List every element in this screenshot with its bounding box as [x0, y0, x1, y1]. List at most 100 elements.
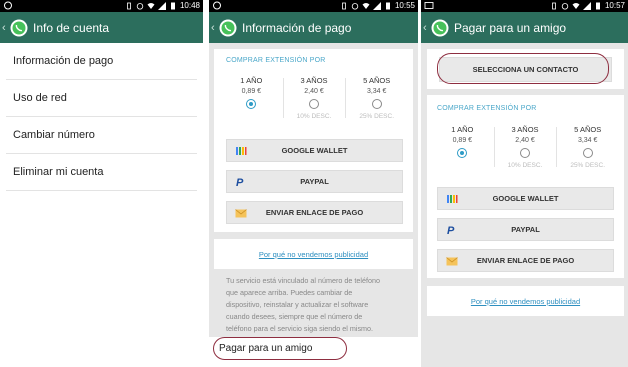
- plan-discount: 10% DESC.: [507, 162, 543, 169]
- wifi-icon: [147, 3, 155, 9]
- plan-discount: [431, 162, 494, 170]
- back-chevron-icon[interactable]: ‹: [423, 22, 429, 34]
- clock: 10:55: [394, 1, 415, 10]
- why-no-ads-link[interactable]: Por qué no vendemos publicidad: [471, 297, 580, 306]
- info-line: teléfono para el servicio siga siendo el…: [226, 324, 374, 333]
- status-bar: 10:57: [421, 0, 628, 12]
- section-label: COMPRAR EXTENSIÓN POR: [437, 105, 537, 112]
- info-line: cuando desees, siempre que el número de: [226, 312, 363, 321]
- button-label: PAYPAL: [511, 225, 540, 234]
- menu-item-label: Información de pago: [13, 55, 114, 67]
- action-bar: ‹ Información de pago: [209, 12, 418, 43]
- plan-years: 1 AÑO: [240, 76, 263, 85]
- wifi-icon: [362, 3, 370, 9]
- page-title: Información de pago: [242, 20, 352, 35]
- menu-item-change-number[interactable]: Cambiar número: [6, 117, 197, 154]
- plan-options: 1 AÑO 0,89 € 3 AÑOS 2,40 € 10% DESC. 5 A…: [220, 76, 408, 121]
- ads-link-card: Por qué no vendemos publicidad: [427, 286, 624, 316]
- plan-price: 2,40 €: [515, 137, 535, 144]
- clock: 10:48: [179, 1, 200, 10]
- section-label: COMPRAR EXTENSIÓN POR: [226, 57, 326, 64]
- plan-radio[interactable]: [520, 148, 530, 158]
- signal-icon: [582, 2, 591, 10]
- status-bar: 10:48: [0, 0, 203, 12]
- why-no-ads-link[interactable]: Por qué no vendemos publicidad: [259, 250, 368, 259]
- vibrate-icon: [127, 2, 131, 10]
- divider: [283, 78, 284, 118]
- plan-option-1-year[interactable]: 1 AÑO 0,89 €: [220, 76, 283, 121]
- google-wallet-button[interactable]: GOOGLE WALLET: [226, 139, 403, 162]
- paypal-icon: P: [447, 225, 455, 236]
- plan-years: 3 AÑOS: [511, 125, 539, 134]
- plan-radio-selected[interactable]: [246, 99, 257, 109]
- screen-pay-for-friend: 10:57 ‹ Pagar para un amigo SELECCIONA U…: [421, 0, 628, 367]
- alarm-icon: [136, 3, 144, 10]
- paypal-button[interactable]: P PAYPAL: [437, 218, 614, 241]
- signal-icon: [372, 2, 381, 10]
- paypal-icon: P: [236, 177, 244, 188]
- plan-option-5-years[interactable]: 5 AÑOS 3,34 € 25% DESC.: [345, 76, 408, 121]
- account-menu: Información de pago Uso de red Cambiar n…: [0, 43, 203, 191]
- ads-link-card: Por qué no vendemos publicidad: [214, 239, 413, 269]
- signal-icon: [157, 2, 166, 10]
- email-notification-icon: [424, 2, 434, 9]
- battery-icon: [170, 2, 175, 10]
- plan-years: 5 AÑOS: [363, 76, 391, 85]
- plan-discount: 10% DESC.: [296, 113, 332, 120]
- screen-account-info: 10:48 ‹ Info de cuenta Información de pa…: [0, 0, 203, 367]
- plan-discount: [220, 113, 283, 121]
- menu-item-label: Cambiar número: [13, 129, 95, 141]
- svg-text:P: P: [236, 177, 244, 188]
- paypal-button[interactable]: P PAYPAL: [226, 170, 403, 193]
- whatsapp-logo-icon[interactable]: [218, 18, 238, 38]
- menu-item-network-usage[interactable]: Uso de red: [6, 80, 197, 117]
- email-icon: [235, 209, 247, 218]
- info-line: que aparece arriba. Puedes cambiar de: [226, 288, 353, 297]
- annotation-highlight: [213, 337, 347, 360]
- vibrate-icon: [552, 2, 556, 10]
- plan-radio[interactable]: [309, 99, 319, 109]
- plan-option-3-years[interactable]: 3 AÑOS 2,40 € 10% DESC.: [494, 125, 557, 170]
- menu-item-payment-info[interactable]: Información de pago: [6, 43, 197, 80]
- plan-radio[interactable]: [371, 99, 382, 109]
- svg-text:P: P: [447, 225, 455, 236]
- service-info-text: Tu servicio está vinculado al número de …: [226, 275, 414, 335]
- purchase-card: COMPRAR EXTENSIÓN POR 1 AÑO 0,89 € 3 AÑO…: [214, 49, 413, 232]
- plan-price: 0,89 €: [452, 137, 473, 144]
- send-payment-link-button[interactable]: ENVIAR ENLACE DE PAGO: [226, 201, 403, 224]
- back-chevron-icon[interactable]: ‹: [211, 22, 217, 34]
- google-wallet-icon: [447, 195, 458, 203]
- button-label: PAYPAL: [300, 177, 329, 186]
- info-line: dispositivo, reinstalar y actualizar el …: [226, 300, 369, 309]
- plan-discount: 25% DESC.: [359, 113, 395, 120]
- plan-price: 3,34 €: [577, 137, 598, 144]
- back-chevron-icon[interactable]: ‹: [2, 22, 8, 34]
- page-title: Info de cuenta: [33, 20, 110, 35]
- google-wallet-button[interactable]: GOOGLE WALLET: [437, 187, 614, 210]
- plan-option-3-years[interactable]: 3 AÑOS 2,40 € 10% DESC.: [283, 76, 346, 121]
- whatsapp-logo-icon[interactable]: [9, 18, 29, 38]
- alarm-icon: [561, 3, 569, 10]
- screen-payment-info: 10:55 ‹ Información de pago COMPRAR EXTE…: [209, 0, 418, 367]
- purchase-card: COMPRAR EXTENSIÓN POR 1 AÑO 0,89 € 3 AÑO…: [427, 95, 624, 278]
- divider: [494, 127, 495, 167]
- wifi-icon: [572, 3, 580, 9]
- plan-radio[interactable]: [582, 148, 593, 158]
- alarm-icon: [351, 3, 359, 10]
- battery-icon: [595, 2, 600, 10]
- email-icon: [446, 257, 458, 266]
- plan-option-5-years[interactable]: 5 AÑOS 3,34 € 25% DESC.: [556, 125, 619, 170]
- button-label: ENVIAR ENLACE DE PAGO: [476, 256, 575, 265]
- plan-years: 1 AÑO: [451, 125, 474, 134]
- info-line: Tu servicio está vinculado al número de …: [226, 276, 380, 285]
- vibrate-icon: [342, 2, 346, 10]
- plan-option-1-year[interactable]: 1 AÑO 0,89 €: [431, 125, 494, 170]
- plan-radio-selected[interactable]: [457, 148, 468, 158]
- plan-options: 1 AÑO 0,89 € 3 AÑOS 2,40 € 10% DESC. 5 A…: [431, 125, 619, 170]
- status-bar: 10:55: [209, 0, 418, 12]
- clock: 10:57: [604, 1, 625, 10]
- send-payment-link-button[interactable]: ENVIAR ENLACE DE PAGO: [437, 249, 614, 272]
- whatsapp-logo-icon[interactable]: [430, 18, 450, 38]
- plan-years: 3 AÑOS: [300, 76, 328, 85]
- menu-item-delete-account[interactable]: Eliminar mi cuenta: [6, 154, 197, 191]
